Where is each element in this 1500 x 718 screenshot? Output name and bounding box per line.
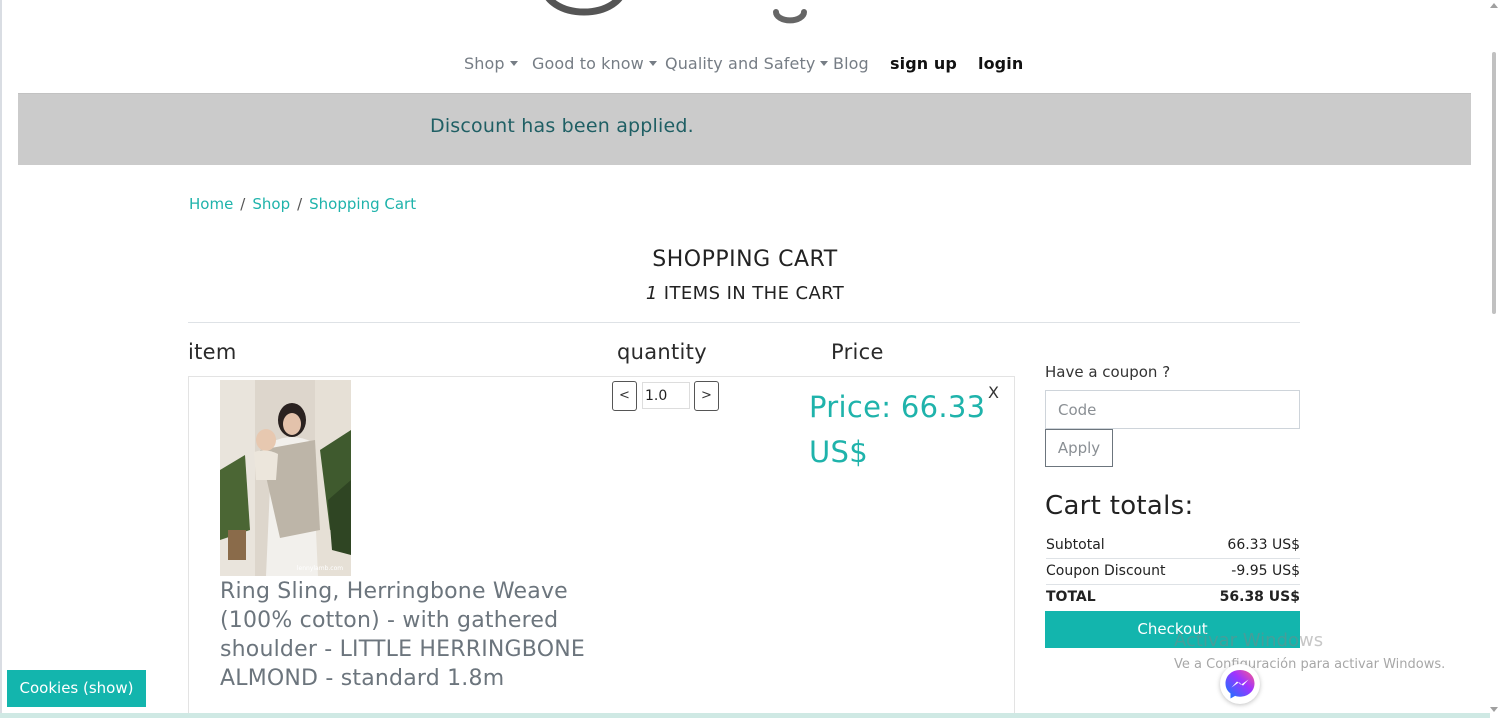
caret-down-icon	[820, 61, 829, 66]
nav-login[interactable]: login	[978, 54, 1023, 73]
cart-count-suffix: ITEMS IN THE CART	[657, 283, 845, 304]
nav-blog[interactable]: Blog	[833, 54, 869, 73]
apply-coupon-button[interactable]: Apply	[1045, 429, 1113, 467]
nav-shop[interactable]: Shop	[464, 54, 518, 73]
scrollbar-thumb[interactable]	[1492, 52, 1496, 314]
subtotal-row: Subtotal 66.33 US$	[1046, 532, 1300, 558]
main-nav: Shop Good to know Quality and Safety Blo…	[0, 50, 1490, 78]
caret-down-icon	[648, 61, 657, 66]
page-edge	[0, 0, 2, 718]
quantity-decrement-button[interactable]: <	[612, 381, 637, 411]
nav-sign-up[interactable]: sign up	[890, 54, 957, 73]
breadcrumb-home[interactable]: Home	[189, 195, 233, 213]
item-price: Price: 66.33 US$	[809, 390, 986, 469]
column-header-quantity: quantity	[617, 340, 707, 364]
breadcrumb-separator: /	[240, 195, 246, 213]
coupon-discount-label: Coupon Discount	[1046, 563, 1166, 579]
alert-message: Discount has been applied.	[430, 115, 694, 137]
total-label: TOTAL	[1046, 589, 1096, 605]
breadcrumb-shop[interactable]: Shop	[252, 195, 290, 213]
discount-alert: Discount has been applied.	[18, 93, 1471, 165]
cookies-button[interactable]: Cookies (show)	[7, 670, 146, 707]
coupon-discount-row: Coupon Discount -9.95 US$	[1046, 558, 1300, 584]
cart-item-count: 1 ITEMS IN THE CART	[0, 283, 1490, 304]
site-logo[interactable]	[536, 0, 816, 24]
cart-totals-title: Cart totals:	[1045, 491, 1194, 521]
page-title: SHOPPING CART	[652, 247, 838, 272]
bottom-strip	[0, 713, 1500, 718]
image-watermark: lennylamb.com	[297, 565, 343, 572]
caret-down-icon	[509, 61, 518, 66]
scrollbar[interactable]	[1490, 0, 1500, 718]
coupon-discount-value: -9.95 US$	[1231, 563, 1300, 579]
quantity-increment-button[interactable]: >	[694, 381, 719, 411]
scroll-up-arrow-icon[interactable]	[1490, 3, 1498, 8]
product-name[interactable]: Ring Sling, Herringbone Weave (100% cott…	[220, 577, 600, 693]
nav-good-to-know-label: Good to know	[532, 54, 644, 73]
messenger-icon	[1225, 670, 1255, 699]
column-header-item: item	[188, 340, 237, 364]
total-value: 56.38 US$	[1219, 589, 1300, 605]
windows-activation-title: Activar Windows	[1174, 630, 1324, 651]
breadcrumb-shopping-cart[interactable]: Shopping Cart	[309, 195, 416, 213]
breadcrumb: Home / Shop / Shopping Cart	[189, 195, 416, 213]
coupon-label: Have a coupon ?	[1045, 363, 1171, 381]
quantity-input[interactable]	[642, 382, 690, 409]
column-header-price: Price	[831, 340, 884, 364]
subtotal-value: 66.33 US$	[1227, 537, 1300, 553]
remove-item-button[interactable]: X	[988, 383, 999, 402]
scroll-down-arrow-icon[interactable]	[1490, 707, 1498, 712]
divider	[188, 322, 1300, 323]
windows-activation-subtitle: Ve a Configuración para activar Windows.	[1174, 657, 1446, 672]
cart-count-number: 1	[645, 283, 658, 304]
nav-shop-label: Shop	[464, 54, 505, 73]
product-image[interactable]: lennylamb.com	[220, 380, 351, 576]
nav-quality-safety-label: Quality and Safety	[665, 54, 816, 73]
coupon-code-input[interactable]	[1045, 390, 1300, 429]
cart-item: lennylamb.com Ring Sling, Herringbone We…	[188, 376, 1015, 718]
breadcrumb-separator: /	[297, 195, 303, 213]
nav-quality-safety[interactable]: Quality and Safety	[665, 54, 829, 73]
nav-good-to-know[interactable]: Good to know	[532, 54, 657, 73]
subtotal-label: Subtotal	[1046, 537, 1105, 553]
total-row: TOTAL 56.38 US$	[1046, 584, 1300, 610]
messenger-chat-button[interactable]	[1220, 664, 1260, 704]
